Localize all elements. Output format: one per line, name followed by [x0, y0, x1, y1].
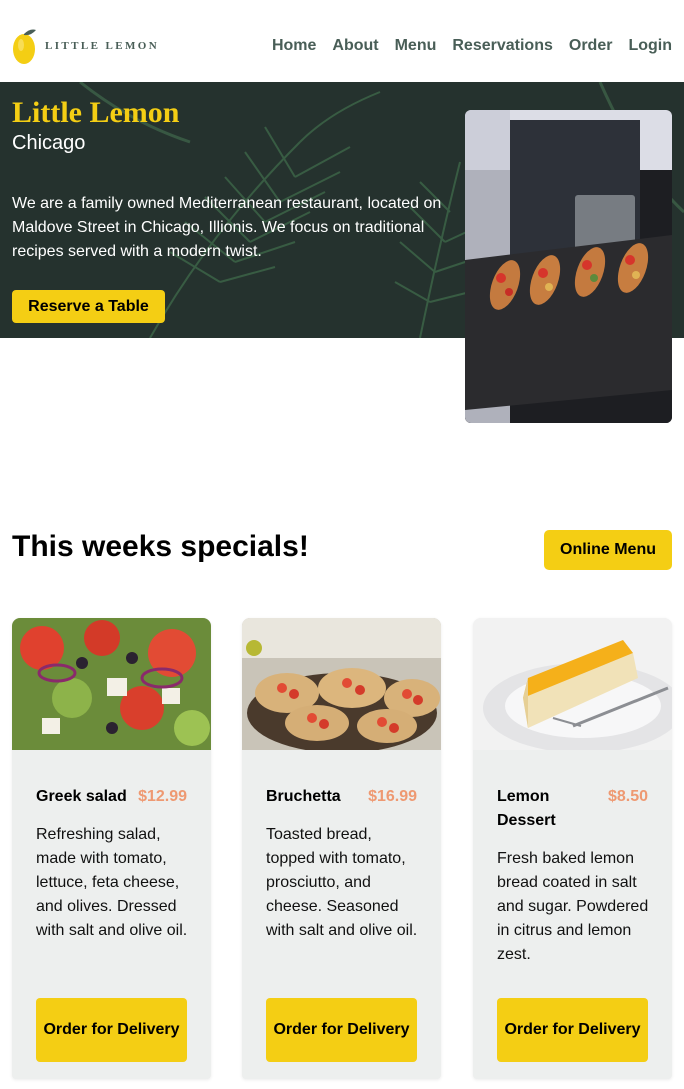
nav-menu[interactable]: Menu — [395, 37, 437, 55]
card-title: Lemon Dessert — [497, 788, 556, 829]
nav-home[interactable]: Home — [272, 37, 316, 55]
order-delivery-button[interactable]: Order for Delivery — [497, 998, 648, 1062]
order-delivery-button[interactable]: Order for Delivery — [266, 998, 417, 1062]
hero-title: Little Lemon — [12, 96, 180, 129]
logo-text: LITTLE LEMON — [45, 40, 160, 52]
nav-reservations[interactable]: Reservations — [452, 37, 553, 55]
lemon-icon — [13, 29, 36, 64]
card-price: $12.99 — [138, 788, 187, 805]
nav-order[interactable]: Order — [569, 37, 613, 55]
bruchetta-image — [242, 618, 441, 750]
nav-login[interactable]: Login — [628, 37, 672, 55]
card-price: $8.50 — [607, 788, 648, 805]
logo[interactable]: LITTLE LEMON — [12, 26, 159, 66]
hero-subtitle: Chicago — [12, 132, 86, 154]
special-card-bruchetta: Bruchetta $16.99 Toasted bread, topped w… — [242, 618, 441, 1079]
site-header: LITTLE LEMON Home About Menu Reservation… — [0, 0, 684, 82]
card-title: Greek salad — [36, 788, 127, 805]
card-description: Toasted bread, topped with tomato, prosc… — [266, 826, 418, 939]
hero-description: We are a family owned Mediterranean rest… — [12, 195, 442, 260]
card-price: $16.99 — [368, 788, 417, 805]
special-card-greek-salad: Greek salad $12.99 Refreshing salad, mad… — [12, 618, 211, 1079]
nav-about[interactable]: About — [332, 37, 378, 55]
main-nav: Home About Menu Reservations Order Login — [272, 37, 672, 55]
greek-salad-image — [12, 618, 211, 750]
reserve-table-button[interactable]: Reserve a Table — [12, 290, 165, 323]
specials-title: This weeks specials! — [12, 530, 309, 563]
waiter-serving-image — [465, 110, 672, 423]
lemon-dessert-image — [473, 618, 672, 750]
special-card-lemon-dessert: Lemon Dessert $8.50 Fresh baked lemon br… — [473, 618, 672, 1079]
online-menu-button[interactable]: Online Menu — [544, 530, 672, 570]
card-description: Refreshing salad, made with tomato, lett… — [36, 826, 188, 939]
order-delivery-button[interactable]: Order for Delivery — [36, 998, 187, 1062]
card-title: Bruchetta — [266, 788, 341, 805]
hero-image — [465, 110, 672, 423]
card-description: Fresh baked lemon bread coated in salt a… — [497, 850, 649, 963]
